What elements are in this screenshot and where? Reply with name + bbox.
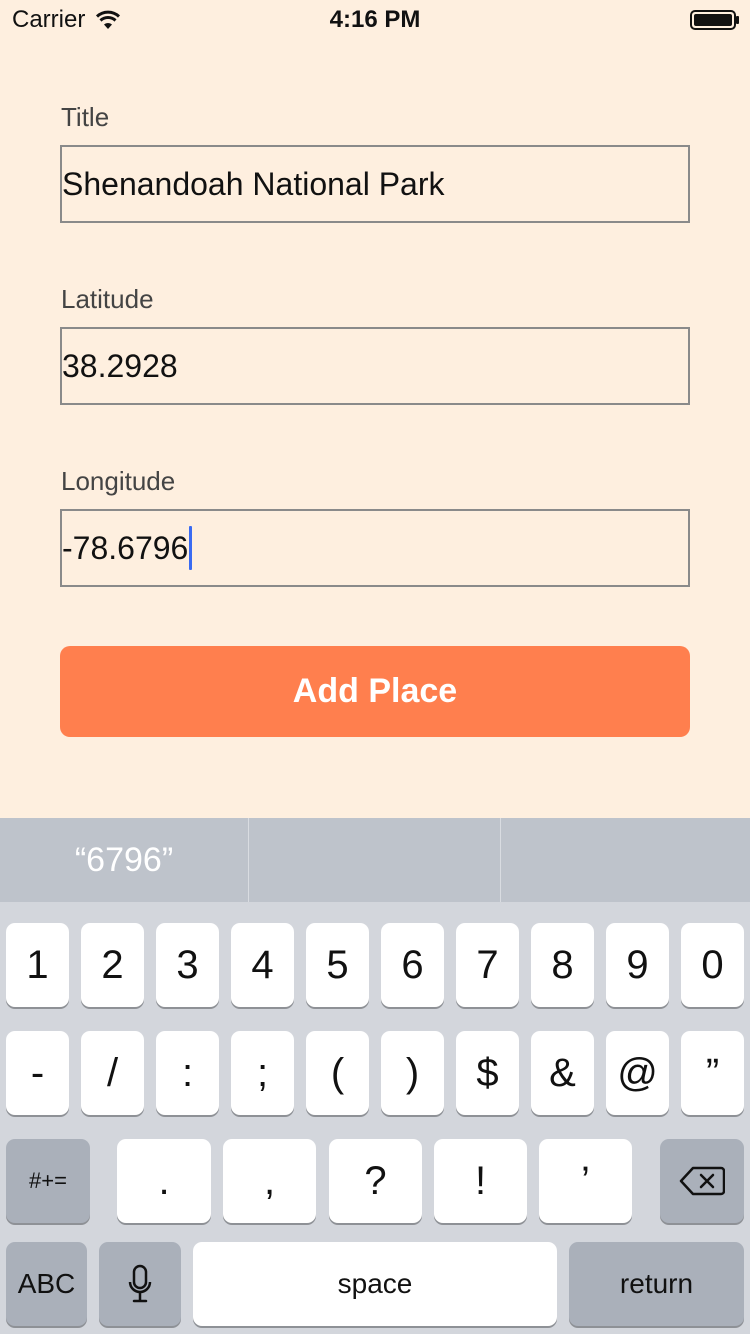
latitude-label: Latitude [61, 284, 154, 314]
key-5[interactable]: 5 [306, 923, 369, 1007]
longitude-field[interactable]: -78.6796 [60, 509, 690, 587]
key-9[interactable]: 9 [606, 923, 669, 1007]
backspace-icon [679, 1166, 725, 1196]
key-apostrophe[interactable]: ’ [539, 1139, 632, 1223]
key-slash[interactable]: / [81, 1031, 144, 1115]
key-comma[interactable]: , [223, 1139, 316, 1223]
key-ampersand[interactable]: & [531, 1031, 594, 1115]
key-4[interactable]: 4 [231, 923, 294, 1007]
key-at[interactable]: @ [606, 1031, 669, 1115]
status-bar: Carrier 4:16 PM [0, 0, 750, 40]
status-time: 4:16 PM [329, 6, 421, 33]
return-key[interactable]: return [569, 1242, 744, 1326]
latitude-field[interactable]: 38.2928 [60, 327, 690, 405]
latitude-value: 38.2928 [62, 347, 178, 384]
title-field[interactable]: Shenandoah National Park [60, 145, 690, 223]
longitude-label: Longitude [61, 466, 176, 496]
key-question[interactable]: ? [329, 1139, 422, 1223]
key-1[interactable]: 1 [6, 923, 69, 1007]
key-dollar[interactable]: $ [456, 1031, 519, 1115]
dictation-key[interactable] [99, 1242, 181, 1326]
keyboard: “6796” 1 2 3 4 5 6 7 8 9 0 - / : ; ( ) $… [0, 818, 750, 1334]
title-label: Title [61, 102, 110, 132]
key-8[interactable]: 8 [531, 923, 594, 1007]
key-hyphen[interactable]: - [6, 1031, 69, 1115]
key-2[interactable]: 2 [81, 923, 144, 1007]
key-7[interactable]: 7 [456, 923, 519, 1007]
key-6[interactable]: 6 [381, 923, 444, 1007]
battery-icon [690, 10, 739, 30]
suggestion-3[interactable] [501, 818, 750, 902]
symbols-switch-key[interactable]: #+= [6, 1139, 90, 1223]
microphone-icon [128, 1264, 152, 1303]
suggestion-2[interactable] [249, 818, 500, 902]
delete-key[interactable] [660, 1139, 744, 1223]
key-exclamation[interactable]: ! [434, 1139, 527, 1223]
key-period[interactable]: . [117, 1139, 211, 1223]
suggestion-bar: “6796” [0, 818, 750, 902]
title-value: Shenandoah National Park [62, 165, 445, 202]
text-cursor [189, 526, 193, 570]
abc-key[interactable]: ABC [6, 1242, 87, 1326]
key-semicolon[interactable]: ; [231, 1031, 294, 1115]
key-0[interactable]: 0 [681, 923, 744, 1007]
suggestion-1[interactable]: “6796” [0, 818, 248, 902]
add-place-button[interactable]: Add Place [60, 646, 690, 737]
space-key[interactable]: space [193, 1242, 557, 1326]
key-open-paren[interactable]: ( [306, 1031, 369, 1115]
longitude-value: -78.6796 [62, 529, 189, 566]
key-3[interactable]: 3 [156, 923, 219, 1007]
key-quote[interactable]: ” [681, 1031, 744, 1115]
key-close-paren[interactable]: ) [381, 1031, 444, 1115]
key-colon[interactable]: : [156, 1031, 219, 1115]
